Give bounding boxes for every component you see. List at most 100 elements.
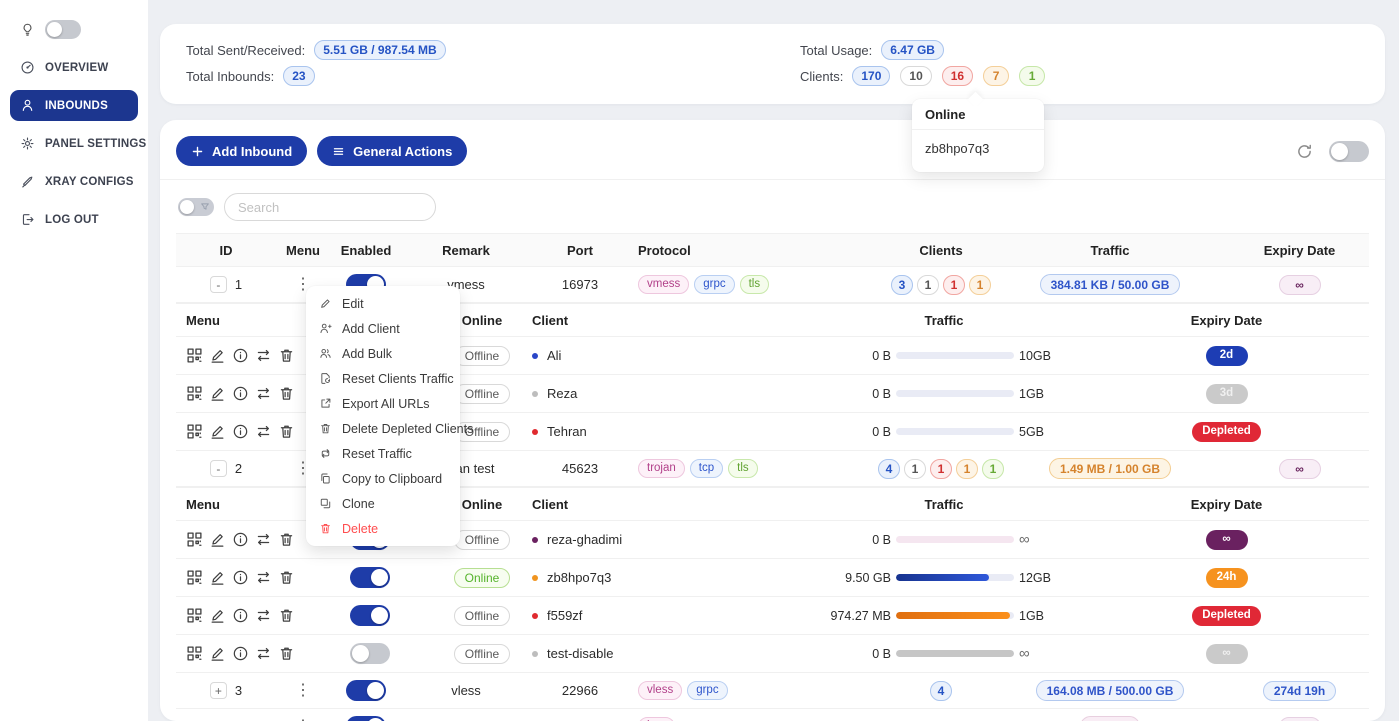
sidebar-item-label: LOG OUT xyxy=(45,214,99,226)
edit-client-icon[interactable] xyxy=(209,645,226,662)
search-row xyxy=(176,193,1369,221)
reset-client-traffic-icon[interactable] xyxy=(255,607,272,624)
client-enabled-cell xyxy=(300,605,440,626)
menu-item-edit[interactable]: Edit xyxy=(306,291,460,316)
client-info-icon[interactable] xyxy=(232,347,249,364)
sidebar-item-panel-settings[interactable]: PANEL SETTINGS xyxy=(10,128,138,159)
edit-client-icon[interactable] xyxy=(209,569,226,586)
protocol-tag: tls xyxy=(740,275,770,294)
client-name-cell: Tehran xyxy=(524,424,804,439)
add-inbound-button[interactable]: Add Inbound xyxy=(176,136,307,166)
reset-client-traffic-icon[interactable] xyxy=(255,645,272,662)
sidebar-item-xray-configs[interactable]: XRAY CONFIGS xyxy=(10,166,138,197)
client-info-icon[interactable] xyxy=(232,423,249,440)
menu-item-clone[interactable]: Clone xyxy=(306,491,460,516)
client-expiry-cell: 3d xyxy=(1084,384,1369,404)
delete-client-icon[interactable] xyxy=(278,531,295,548)
reset-client-traffic-icon[interactable] xyxy=(255,347,272,364)
clients-count-badge[interactable]: 7 xyxy=(983,66,1009,86)
online-status-badge: Offline xyxy=(454,644,510,664)
client-info-icon[interactable] xyxy=(232,385,249,402)
funnel-icon xyxy=(200,202,210,212)
reset-client-traffic-icon[interactable] xyxy=(255,531,272,548)
refresh-icon[interactable] xyxy=(1296,143,1313,160)
more-actions-icon[interactable]: ⋮ xyxy=(291,683,315,699)
pencil-icon xyxy=(319,297,332,310)
clients-count-badge[interactable]: 16 xyxy=(942,66,973,86)
qrcode-icon[interactable] xyxy=(186,645,203,662)
edit-client-icon[interactable] xyxy=(209,607,226,624)
collapse-button[interactable]: - xyxy=(210,276,227,293)
protocol-tag: trojan xyxy=(638,459,685,478)
client-menu-cell xyxy=(176,423,300,440)
inbound-enabled-toggle[interactable] xyxy=(346,680,386,701)
delete-client-icon[interactable] xyxy=(278,607,295,624)
menu-item-export-all-urls[interactable]: Export All URLs xyxy=(306,391,460,416)
menu-item-label: Clone xyxy=(342,497,375,511)
delete-client-icon[interactable] xyxy=(278,423,295,440)
inbound-enabled-toggle[interactable] xyxy=(346,716,386,721)
client-name-cell: test-disable xyxy=(524,646,804,661)
edit-client-icon[interactable] xyxy=(209,385,226,402)
theme-toggle[interactable] xyxy=(45,20,81,39)
edit-client-icon[interactable] xyxy=(209,347,226,364)
reset-client-traffic-icon[interactable] xyxy=(255,385,272,402)
reset-client-traffic-icon[interactable] xyxy=(255,423,272,440)
delete-client-icon[interactable] xyxy=(278,645,295,662)
qrcode-icon[interactable] xyxy=(186,385,203,402)
total-inbounds-label: Total Inbounds: xyxy=(186,69,274,84)
delete-client-icon[interactable] xyxy=(278,347,295,364)
clients-count-badge[interactable]: 10 xyxy=(900,66,931,86)
qrcode-icon[interactable] xyxy=(186,423,203,440)
inbound-id: 3 xyxy=(235,683,242,698)
protocol-tag: grpc xyxy=(694,275,734,294)
traffic-track xyxy=(896,428,1014,435)
auto-refresh-toggle[interactable] xyxy=(1329,141,1369,162)
menu-item-add-bulk[interactable]: Add Bulk xyxy=(306,341,460,366)
traffic-track xyxy=(896,536,1014,543)
client-info-icon[interactable] xyxy=(232,531,249,548)
filter-toggle[interactable] xyxy=(178,198,214,216)
qrcode-icon[interactable] xyxy=(186,569,203,586)
inbound-row: +3⋮vless22966vlessgrpc4164.08 MB / 500.0… xyxy=(176,673,1369,709)
sidebar-item-label: XRAY CONFIGS xyxy=(45,176,134,188)
qrcode-icon[interactable] xyxy=(186,347,203,364)
client-enabled-toggle[interactable] xyxy=(350,643,390,664)
menu-item-reset-traffic[interactable]: Reset Traffic xyxy=(306,441,460,466)
clients-count-badge[interactable]: 170 xyxy=(852,66,890,86)
menu-item-copy-to-clipboard[interactable]: Copy to Clipboard xyxy=(306,466,460,491)
search-input[interactable] xyxy=(224,193,436,221)
delete-client-icon[interactable] xyxy=(278,569,295,586)
menu-item-delete-depleted-clients[interactable]: Delete Depleted Clients xyxy=(306,416,460,441)
sidebar-item-log-out[interactable]: LOG OUT xyxy=(10,204,138,235)
qrcode-icon[interactable] xyxy=(186,531,203,548)
client-count-badge: 1 xyxy=(930,459,952,479)
client-enabled-toggle[interactable] xyxy=(350,567,390,588)
edit-client-icon[interactable] xyxy=(209,531,226,548)
client-info-icon[interactable] xyxy=(232,607,249,624)
menu-item-add-client[interactable]: Add Client xyxy=(306,316,460,341)
expand-button[interactable]: + xyxy=(210,682,227,699)
sidebar-item-overview[interactable]: OVERVIEW xyxy=(10,52,138,83)
menu-item-reset-clients-traffic[interactable]: Reset Clients Traffic xyxy=(306,366,460,391)
column-header: Remark xyxy=(402,243,530,258)
inbound-id-cell: -2 xyxy=(176,460,276,477)
general-actions-button[interactable]: General Actions xyxy=(317,136,467,166)
menu-item-delete[interactable]: Delete xyxy=(306,516,460,541)
sidebar: OVERVIEW INBOUNDS PANEL SETTINGS XRAY CONFI… xyxy=(0,0,148,721)
edit-client-icon[interactable] xyxy=(209,423,226,440)
client-info-icon[interactable] xyxy=(232,645,249,662)
traffic-used: 974.27 MB xyxy=(827,609,891,623)
traffic-limit: 10GB xyxy=(1019,349,1061,363)
sidebar-item-inbounds[interactable]: INBOUNDS xyxy=(10,90,138,121)
delete-client-icon[interactable] xyxy=(278,385,295,402)
reset-client-traffic-icon[interactable] xyxy=(255,569,272,586)
clients-count-badge[interactable]: 1 xyxy=(1019,66,1045,86)
column-header: Expiry Date xyxy=(1084,497,1369,512)
inbound-clients-cell: 41111 xyxy=(892,459,990,479)
collapse-button[interactable]: - xyxy=(210,460,227,477)
qrcode-icon[interactable] xyxy=(186,607,203,624)
column-header: Client xyxy=(524,313,804,328)
client-enabled-toggle[interactable] xyxy=(350,605,390,626)
client-info-icon[interactable] xyxy=(232,569,249,586)
